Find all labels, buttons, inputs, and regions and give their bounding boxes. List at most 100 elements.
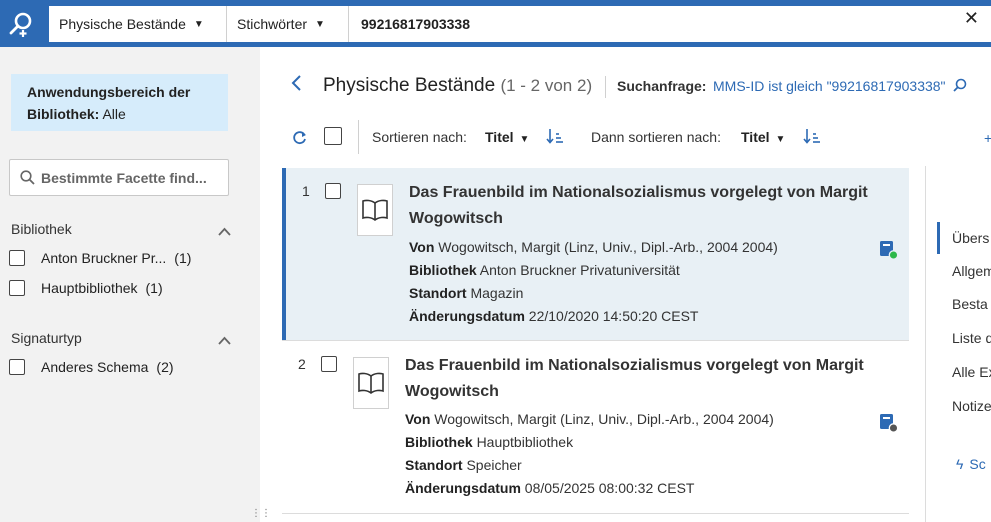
- search-field-label: Stichwörter: [237, 16, 308, 32]
- facet-item-label: Anton Bruckner Pr...: [41, 250, 167, 266]
- author-label: Von: [409, 239, 435, 255]
- facet-group-signaturtyp[interactable]: Signaturtyp: [11, 330, 231, 346]
- result-row-2[interactable]: 2 Das Frauenbild im Nationalsozialismus …: [282, 341, 909, 513]
- result-checkbox[interactable]: [325, 183, 341, 199]
- divider: [358, 120, 359, 154]
- search-input[interactable]: 99216817903338: [349, 16, 991, 32]
- top-bar: Physische Bestände ▼ Stichwörter ▼ 99216…: [0, 0, 991, 47]
- page-title-text: Physische Bestände: [323, 75, 496, 96]
- more-icon[interactable]: +: [984, 130, 991, 146]
- divider: [282, 513, 909, 514]
- query-link[interactable]: MMS-ID ist gleich "99216817903338": [713, 78, 969, 94]
- panel-tab-notes[interactable]: Notize: [952, 398, 991, 414]
- result-number: 2: [298, 356, 306, 372]
- search-plus-icon[interactable]: [953, 78, 969, 94]
- facet-checkbox[interactable]: [9, 280, 25, 296]
- facet-item-label: Hauptbibliothek: [41, 280, 138, 296]
- library-value: Anton Bruckner Privatuniversität: [479, 262, 680, 278]
- panel-tab-overview[interactable]: Übers: [952, 230, 989, 246]
- detail-side-panel: Übers Allgem Besta Liste d Alle Ex Notiz…: [925, 166, 991, 522]
- scope-value: Alle: [102, 106, 126, 122]
- facet-search-input[interactable]: Bestimmte Facette find...: [9, 159, 229, 196]
- result-location-line: Standort Speicher: [405, 457, 522, 473]
- lightning-icon: ϟ: [956, 456, 964, 472]
- facet-checkbox[interactable]: [9, 359, 25, 375]
- search-scope-dropdown[interactable]: Physische Bestände ▼: [49, 6, 227, 42]
- author-value: Wogowitsch, Margit (Linz, Univ., Dipl.-A…: [438, 239, 778, 255]
- location-label: Standort: [409, 285, 467, 301]
- active-indicator: [937, 222, 940, 254]
- result-checkbox[interactable]: [321, 356, 337, 372]
- chevron-up-icon[interactable]: [218, 223, 231, 239]
- search-field-dropdown[interactable]: Stichwörter ▼: [227, 6, 349, 42]
- refresh-icon[interactable]: [292, 130, 307, 149]
- result-row-1[interactable]: 1 Das Frauenbild im Nationalsozialismus …: [282, 168, 909, 340]
- location-value: Magazin: [470, 285, 524, 301]
- library-label: Bibliothek: [405, 434, 473, 450]
- facet-group-title: Signaturtyp: [11, 330, 82, 346]
- result-title[interactable]: Das Frauenbild im Nationalsozialismus vo…: [409, 180, 889, 232]
- facet-sidebar: Anwendungsbereich der Bibliothek: Alle B…: [0, 47, 260, 522]
- divider: [605, 76, 606, 98]
- facet-item-count: (1): [174, 250, 192, 266]
- library-scope-box[interactable]: Anwendungsbereich der Bibliothek: Alle: [11, 74, 228, 131]
- facet-item-anderes-schema[interactable]: Anderes Schema (2): [9, 359, 174, 375]
- result-title[interactable]: Das Frauenbild im Nationalsozialismus vo…: [405, 353, 885, 405]
- search-bar: Physische Bestände ▼ Stichwörter ▼ 99216…: [49, 6, 991, 42]
- panel-tab-all-items[interactable]: Alle Ex: [952, 364, 991, 380]
- panel-tab-list[interactable]: Liste d: [952, 330, 991, 346]
- date-value: 22/10/2020 14:50:20 CEST: [528, 308, 699, 324]
- then-sort-direction-icon[interactable]: [803, 128, 821, 148]
- location-value: Speicher: [466, 457, 522, 473]
- holding-status-icon[interactable]: [879, 240, 899, 263]
- facet-item-anton-bruckner[interactable]: Anton Bruckner Pr... (1): [9, 250, 191, 266]
- panel-tab-holdings[interactable]: Besta: [952, 296, 988, 312]
- clear-search-icon[interactable]: ✕: [964, 8, 979, 29]
- book-icon: [353, 357, 389, 409]
- location-label: Standort: [405, 457, 463, 473]
- panel-action-label: Sc: [969, 456, 986, 472]
- facet-item-count: (2): [156, 359, 174, 375]
- panel-action-link[interactable]: ϟ Sc: [956, 456, 986, 472]
- select-all-checkbox[interactable]: [324, 127, 342, 145]
- facet-group-title: Bibliothek: [11, 221, 72, 237]
- page-title: Physische Bestände (1 - 2 von 2): [323, 75, 592, 97]
- resize-grip-icon[interactable]: ⋮⋮: [251, 508, 271, 519]
- back-arrow-icon[interactable]: [290, 74, 302, 98]
- sort-dropdown[interactable]: Titel ▼: [485, 129, 529, 145]
- caret-down-icon: ▼: [519, 134, 530, 145]
- author-value: Wogowitsch, Margit (Linz, Univ., Dipl.-A…: [434, 411, 774, 427]
- book-icon: [357, 184, 393, 236]
- query-label: Suchanfrage:: [617, 78, 707, 94]
- facet-checkbox[interactable]: [9, 250, 25, 266]
- caret-down-icon: ▼: [775, 134, 786, 145]
- caret-down-icon: ▼: [315, 18, 325, 30]
- search-scope-label: Physische Bestände: [59, 16, 186, 32]
- caret-down-icon: ▼: [193, 18, 204, 30]
- library-label: Bibliothek: [409, 262, 477, 278]
- result-library-line: Bibliothek Hauptbibliothek: [405, 434, 573, 450]
- then-sort-dropdown[interactable]: Titel ▼: [741, 129, 785, 145]
- facet-item-hauptbibliothek[interactable]: Hauptbibliothek (1): [9, 280, 163, 296]
- facet-item-count: (1): [145, 280, 163, 296]
- then-sort-label: Dann sortieren nach:: [591, 129, 721, 145]
- result-date-line: Änderungsdatum 22/10/2020 14:50:20 CEST: [409, 308, 698, 324]
- result-location-line: Standort Magazin: [409, 285, 523, 301]
- result-number: 1: [302, 183, 310, 199]
- sort-label: Sortieren nach:: [372, 129, 467, 145]
- author-label: Von: [405, 411, 431, 427]
- chevron-up-icon[interactable]: [218, 332, 231, 348]
- query-value: MMS-ID ist gleich "99216817903338": [713, 78, 946, 94]
- sort-value: Titel: [485, 129, 514, 145]
- date-label: Änderungsdatum: [409, 308, 525, 324]
- result-date-line: Änderungsdatum 08/05/2025 08:00:32 CEST: [405, 480, 694, 496]
- result-library-line: Bibliothek Anton Bruckner Privatuniversi…: [409, 262, 680, 278]
- facet-group-bibliothek[interactable]: Bibliothek: [11, 221, 231, 237]
- search-logo-icon[interactable]: [8, 10, 36, 38]
- holding-status-icon[interactable]: [879, 413, 899, 436]
- result-count: (1 - 2 von 2): [500, 76, 593, 95]
- search-icon: [20, 170, 35, 185]
- sort-direction-icon[interactable]: [546, 128, 564, 148]
- panel-tab-general[interactable]: Allgem: [952, 263, 991, 279]
- date-value: 08/05/2025 08:00:32 CEST: [524, 480, 695, 496]
